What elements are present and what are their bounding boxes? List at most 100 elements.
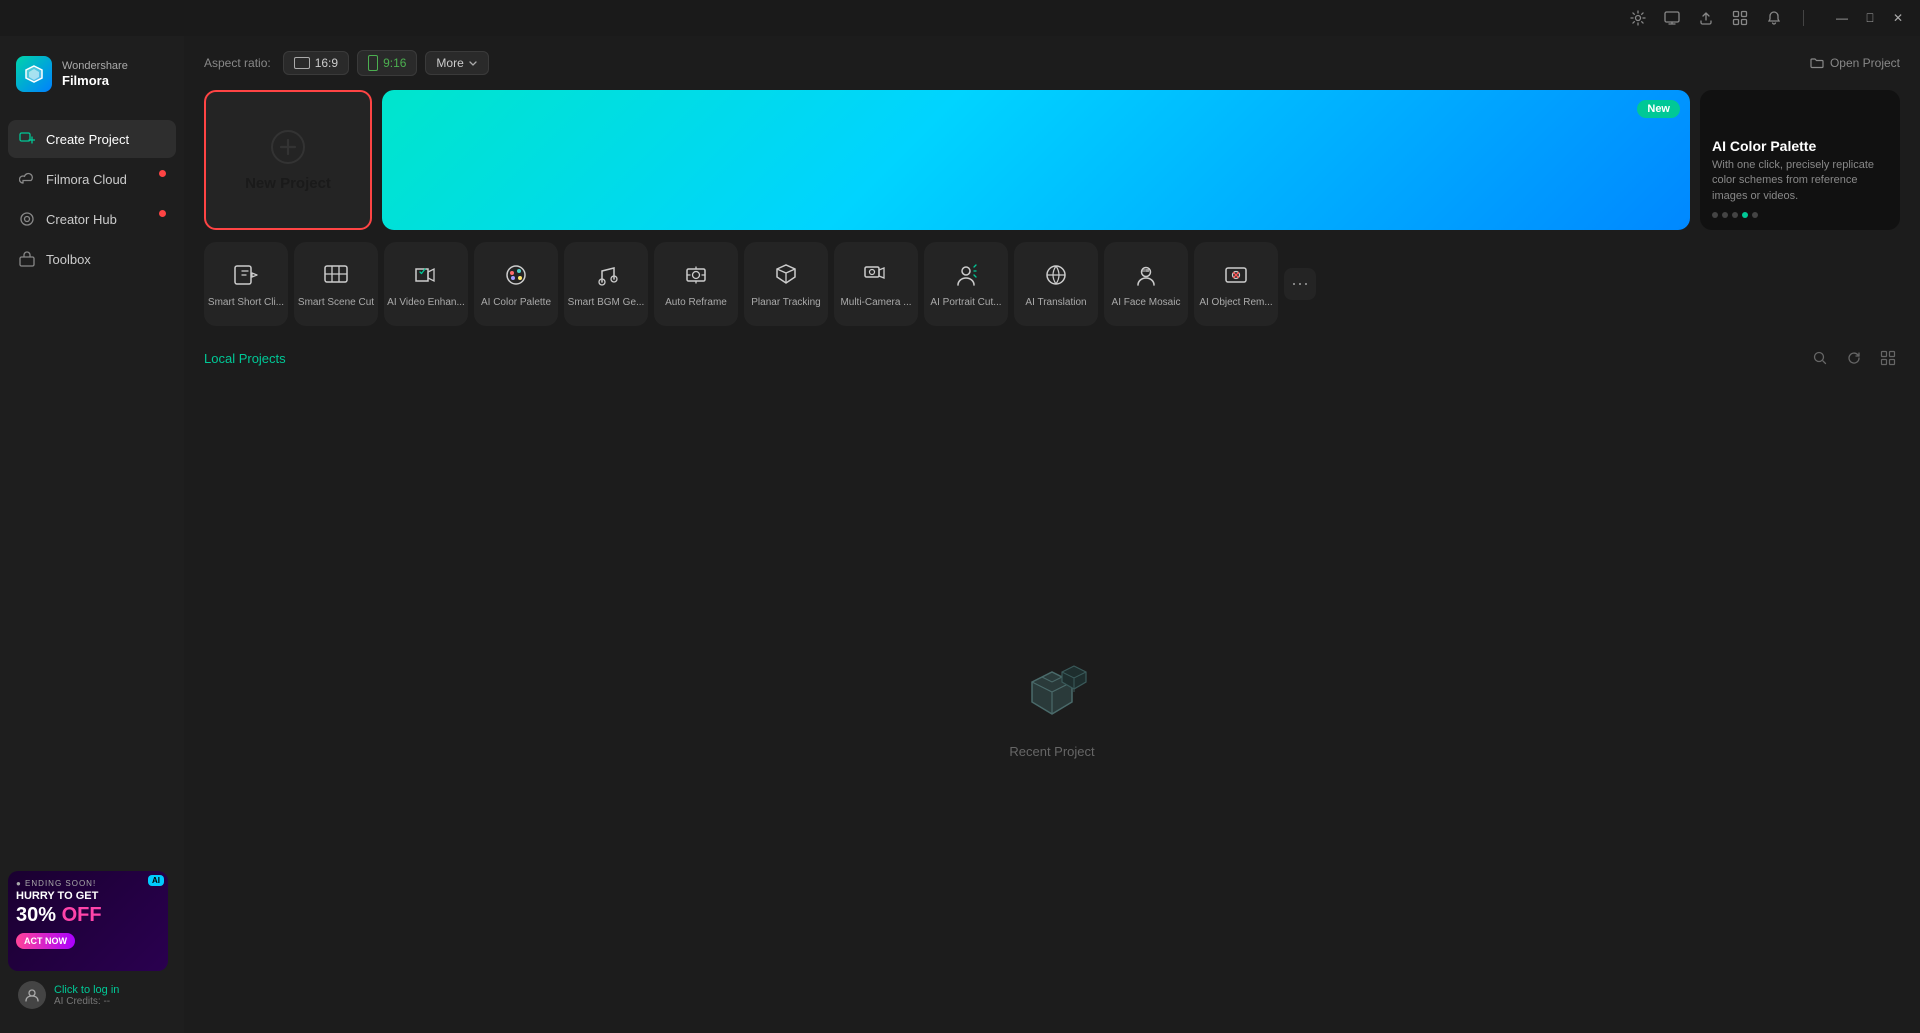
main-content: Aspect ratio: 16:9 9:16 More Open Projec… xyxy=(184,36,1920,1033)
tool-ai-translation[interactable]: AI Translation xyxy=(1014,242,1098,326)
monitor-icon[interactable] xyxy=(1663,9,1681,27)
grid-icon[interactable] xyxy=(1731,9,1749,27)
tool-label-portrait: AI Portrait Cut... xyxy=(930,297,1001,309)
sidebar-item-creator-hub[interactable]: Creator Hub xyxy=(8,200,176,238)
sidebar-item-create-project[interactable]: Create Project xyxy=(8,120,176,158)
sidebar-nav: Create Project Filmora Cloud xyxy=(0,112,184,286)
tool-label-scene-cut: Smart Scene Cut xyxy=(298,297,374,309)
tool-planar-tracking[interactable]: Planar Tracking xyxy=(744,242,828,326)
brand-name: Wondershare xyxy=(62,60,128,73)
new-project-label: New Project xyxy=(245,175,331,192)
grid-view-icon[interactable] xyxy=(1876,346,1900,370)
aspect-ratio-9-16-button[interactable]: 9:16 xyxy=(357,50,417,76)
ai-object-remove-icon xyxy=(1220,259,1252,291)
promo-content: ● Ending Soon! HURRY TO GET 30% OFF ACT … xyxy=(8,871,168,957)
tool-multi-camera[interactable]: Multi-Camera ... xyxy=(834,242,918,326)
user-info: Click to log in AI Credits: -- xyxy=(54,984,119,1007)
refresh-icon[interactable] xyxy=(1842,346,1866,370)
local-projects-bar: Local Projects xyxy=(184,338,1920,378)
tool-ai-object-remove[interactable]: AI Object Rem... xyxy=(1194,242,1278,326)
sidebar: Wondershare Filmora Create Project xyxy=(0,36,184,1033)
settings-icon[interactable] xyxy=(1629,9,1647,27)
title-bar: — ⎕ ✕ xyxy=(0,0,1920,36)
promo-ending-label: ● Ending Soon! xyxy=(16,879,160,888)
planar-tracking-icon xyxy=(770,259,802,291)
tool-label-reframe: Auto Reframe xyxy=(665,297,727,309)
more-tools-button[interactable]: ⋯ xyxy=(1284,268,1316,300)
dot-5[interactable] xyxy=(1752,212,1758,218)
monitor-ratio-icon xyxy=(294,57,310,69)
promo-discount-label: 30% OFF xyxy=(16,904,160,927)
ai-video-enhance-icon xyxy=(410,259,442,291)
dot-3[interactable] xyxy=(1732,212,1738,218)
close-button[interactable]: ✕ xyxy=(1888,8,1908,28)
minimize-button[interactable]: — xyxy=(1832,8,1852,28)
open-project-button[interactable]: Open Project xyxy=(1810,56,1900,70)
empty-state-icon xyxy=(1012,652,1092,732)
aspect-ratio-bar: Aspect ratio: 16:9 9:16 More Open Projec… xyxy=(184,36,1920,90)
more-label: More xyxy=(436,56,463,70)
aspect-ratio-16-9-button[interactable]: 16:9 xyxy=(283,51,349,75)
smart-bgm-icon xyxy=(590,259,622,291)
more-aspect-button[interactable]: More xyxy=(425,51,488,75)
bell-icon[interactable] xyxy=(1765,9,1783,27)
local-projects-actions xyxy=(1808,346,1900,370)
local-projects-title: Local Projects xyxy=(204,351,286,366)
sidebar-item-filmora-cloud[interactable]: Filmora Cloud xyxy=(8,160,176,198)
user-area[interactable]: Click to log in AI Credits: -- xyxy=(8,971,176,1009)
search-icon[interactable] xyxy=(1808,346,1832,370)
sidebar-label-cloud: Filmora Cloud xyxy=(46,172,127,187)
upload-icon[interactable] xyxy=(1697,9,1715,27)
creator-hub-icon xyxy=(18,210,36,228)
empty-state: Recent Project xyxy=(184,378,1920,1033)
creator-badge xyxy=(159,210,166,217)
tool-label-planar: Planar Tracking xyxy=(751,297,820,309)
maximize-button[interactable]: ⎕ xyxy=(1860,8,1880,28)
sidebar-label-toolbox: Toolbox xyxy=(46,252,91,267)
right-panel-title: AI Color Palette xyxy=(1712,138,1888,154)
right-panel: AI Color Palette With one click, precise… xyxy=(1700,90,1900,230)
divider xyxy=(1803,10,1804,26)
tool-label-smart-short: Smart Short Cli... xyxy=(208,297,284,309)
promo-ai-badge: AI xyxy=(148,875,164,886)
new-project-card[interactable]: New Project xyxy=(204,90,372,230)
tool-auto-reframe[interactable]: Auto Reframe xyxy=(654,242,738,326)
tool-label-face-mosaic: AI Face Mosaic xyxy=(1112,297,1181,309)
tool-label-translation: AI Translation xyxy=(1025,297,1086,309)
tool-smart-scene-cut[interactable]: Smart Scene Cut xyxy=(294,242,378,326)
ai-translation-icon xyxy=(1040,259,1072,291)
promo-banner[interactable]: ● Ending Soon! HURRY TO GET 30% OFF ACT … xyxy=(8,871,168,971)
cloud-badge xyxy=(159,170,166,177)
hero-new-badge: New xyxy=(1637,100,1680,118)
logo-icon xyxy=(16,56,52,92)
user-credits-label: AI Credits: -- xyxy=(54,996,119,1007)
tool-ai-portrait-cut[interactable]: AI Portrait Cut... xyxy=(924,242,1008,326)
tool-smart-bgm[interactable]: Smart BGM Ge... xyxy=(564,242,648,326)
ai-face-mosaic-icon xyxy=(1130,259,1162,291)
title-bar-icons: — ⎕ ✕ xyxy=(1629,8,1908,28)
tool-smart-short-clip[interactable]: Smart Short Cli... xyxy=(204,242,288,326)
tool-label-ai-video: AI Video Enhan... xyxy=(387,297,465,309)
tool-ai-face-mosaic[interactable]: AI Face Mosaic xyxy=(1104,242,1188,326)
ai-color-palette-icon xyxy=(500,259,532,291)
hero-banner[interactable]: New xyxy=(382,90,1690,230)
aspect-ratio-label: Aspect ratio: xyxy=(204,56,271,70)
dot-2[interactable] xyxy=(1722,212,1728,218)
sidebar-label-creator: Creator Hub xyxy=(46,212,117,227)
open-project-label: Open Project xyxy=(1830,56,1900,70)
sidebar-item-toolbox[interactable]: Toolbox xyxy=(8,240,176,278)
promo-cta-button[interactable]: ACT NOW xyxy=(16,933,75,949)
window-controls: — ⎕ ✕ xyxy=(1832,8,1908,28)
tool-label-multicam: Multi-Camera ... xyxy=(840,297,911,309)
tool-ai-color-palette[interactable]: AI Color Palette xyxy=(474,242,558,326)
tool-label-color-palette: AI Color Palette xyxy=(481,297,551,309)
tool-ai-video-enhance[interactable]: AI Video Enhan... xyxy=(384,242,468,326)
dot-4[interactable] xyxy=(1742,212,1748,218)
dot-1[interactable] xyxy=(1712,212,1718,218)
app-body: Wondershare Filmora Create Project xyxy=(0,36,1920,1033)
cloud-icon xyxy=(18,170,36,188)
folder-icon xyxy=(1810,56,1824,70)
sidebar-logo: Wondershare Filmora xyxy=(0,36,184,112)
smart-short-clip-icon xyxy=(230,259,262,291)
carousel-dots xyxy=(1712,212,1888,218)
